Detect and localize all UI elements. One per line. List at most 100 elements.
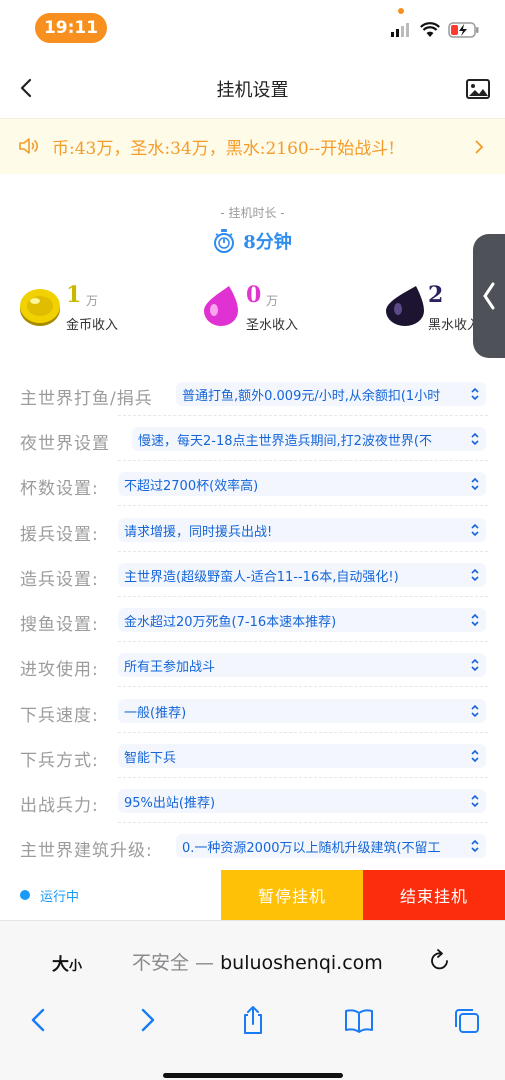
setting-value: 智能下兵 xyxy=(124,750,177,766)
setting-value: 请求增援，同时援兵出战! xyxy=(124,524,273,540)
status-icons xyxy=(390,20,480,40)
home-indicator xyxy=(163,1073,343,1078)
setting-label-trophies: 杯数设置: xyxy=(20,479,99,499)
chevron-updown-icon xyxy=(471,477,479,491)
wifi-icon xyxy=(420,22,440,37)
running-indicator xyxy=(20,890,30,900)
setting-select-troop-build[interactable]: 主世界造(超级野蛮人-适合11--16本,自动强化!) xyxy=(118,563,486,587)
elixir-unit: 万 xyxy=(266,294,279,308)
divider xyxy=(118,505,488,506)
duration-display: 8分钟 xyxy=(0,228,505,254)
setting-label-fishing: 主世界打鱼/捐兵 xyxy=(20,389,153,409)
divider xyxy=(118,415,488,416)
chevron-right-icon[interactable] xyxy=(472,138,486,156)
setting-select-search[interactable]: 金水超过20万死鱼(7-16本速本推荐) xyxy=(118,608,486,632)
gold-unit: 万 xyxy=(86,294,99,308)
chevron-updown-icon xyxy=(471,839,479,853)
side-drawer-tab[interactable] xyxy=(473,234,505,358)
dark-elixir-drop-icon xyxy=(386,286,424,326)
setting-select-attack-use[interactable]: 所有王参加战斗 xyxy=(118,653,486,677)
elixir-income: 0 万 圣水收入 xyxy=(202,282,362,334)
notice-text: 币:43万，圣水:34万，黑水:2160--开始战斗! xyxy=(52,139,396,159)
text-size-big: 大 xyxy=(52,955,69,975)
chevron-updown-icon xyxy=(471,658,479,672)
setting-label-building-upgrade: 主世界建筑升级: xyxy=(20,841,153,861)
duration-value: 8分钟 xyxy=(243,232,292,253)
setting-value: 一般(推荐) xyxy=(124,705,187,721)
chevron-updown-icon xyxy=(471,568,479,582)
end-button[interactable]: 结束挂机 xyxy=(363,870,505,920)
setting-label-troop-power: 出战兵力: xyxy=(20,796,99,816)
chevron-left-icon xyxy=(483,282,495,310)
divider xyxy=(118,732,488,733)
tabs-icon[interactable] xyxy=(452,1004,482,1036)
chevron-updown-icon xyxy=(471,704,479,718)
chevron-updown-icon xyxy=(471,613,479,627)
running-status: 运行中 xyxy=(40,890,80,905)
divider xyxy=(118,641,488,642)
page-title: 挂机设置 xyxy=(216,80,289,101)
setting-value: 主世界造(超级野蛮人-适合11--16本,自动强化!) xyxy=(124,569,399,585)
setting-select-fishing[interactable]: 普通打鱼,额外0.009元/小时,从余额扣(1小时 xyxy=(176,382,486,406)
divider xyxy=(118,822,488,823)
divider xyxy=(118,460,488,461)
elixir-amount: 0 xyxy=(246,282,262,308)
setting-label-troop-build: 造兵设置: xyxy=(20,570,99,590)
setting-select-deploy-mode[interactable]: 智能下兵 xyxy=(118,744,486,768)
setting-label-reinforcement: 援兵设置: xyxy=(20,525,99,545)
chevron-updown-icon xyxy=(471,432,479,446)
stopwatch-icon xyxy=(214,229,235,253)
setting-select-troop-power[interactable]: 95%出站(推荐) xyxy=(118,789,486,813)
chevron-updown-icon xyxy=(471,749,479,763)
setting-label-deploy-mode: 下兵方式: xyxy=(20,751,99,771)
setting-label-search: 搜鱼设置: xyxy=(20,615,99,635)
share-icon[interactable] xyxy=(238,1004,268,1036)
text-size-small: 小 xyxy=(69,959,83,974)
setting-value: 所有王参加战斗 xyxy=(124,659,216,675)
battery-charging-icon xyxy=(448,22,479,38)
setting-value: 普通打鱼,额外0.009元/小时,从余额扣(1小时 xyxy=(182,388,441,404)
insecure-label: 不安全 — xyxy=(132,952,221,974)
setting-select-trophies[interactable]: 不超过2700杯(效率高) xyxy=(118,472,486,496)
status-time: 19:11 xyxy=(35,13,107,43)
setting-select-deploy-speed[interactable]: 一般(推荐) xyxy=(118,699,486,723)
divider xyxy=(118,596,488,597)
gold-coin-icon xyxy=(20,289,60,326)
elixir-drop-icon xyxy=(204,286,238,326)
setting-select-night-world[interactable]: 慢速，每天2-18点主世界造兵期间,打2波夜世界(不 xyxy=(132,427,486,451)
text-size-button[interactable]: 大小 xyxy=(52,950,82,975)
signal-icon xyxy=(391,23,409,37)
setting-value: 0.一种资源2000万以上随机升级建筑(不留工 xyxy=(182,840,441,856)
setting-label-attack-use: 进攻使用: xyxy=(20,660,99,680)
setting-select-reinforcement[interactable]: 请求增援，同时援兵出战! xyxy=(118,518,486,542)
dark-elixir-amount: 2 xyxy=(428,282,444,308)
browser-back-icon[interactable] xyxy=(24,1004,54,1036)
gold-label: 金币收入 xyxy=(66,318,119,333)
chevron-updown-icon xyxy=(471,794,479,808)
dark-elixir-income: 2 黑水收入 xyxy=(384,282,484,334)
chevron-updown-icon xyxy=(471,387,479,401)
gold-amount: 1 xyxy=(66,282,82,308)
settings-list: 主世界打鱼/捐兵 普通打鱼,额外0.009元/小时,从余额扣(1小时 夜世界设置… xyxy=(0,370,505,870)
setting-value: 慢速，每天2-18点主世界造兵期间,打2波夜世界(不 xyxy=(138,433,432,449)
app-root: 19:11 挂机设置 币:43万，圣水:34万，黑水:2160--开始战斗! -… xyxy=(0,0,505,1080)
setting-value: 金水超过20万死鱼(7-16本速本推荐) xyxy=(124,614,337,630)
image-icon[interactable] xyxy=(466,79,490,99)
chevron-updown-icon xyxy=(471,523,479,537)
setting-value: 95%出站(推荐) xyxy=(124,795,216,811)
duration-label: - 挂机时长 - xyxy=(220,206,285,220)
divider xyxy=(118,777,488,778)
divider xyxy=(118,686,488,687)
setting-label-deploy-speed: 下兵速度: xyxy=(20,706,99,726)
domain-text: buluoshenqi.com xyxy=(220,952,383,974)
browser-forward-icon[interactable] xyxy=(132,1004,162,1036)
reload-icon[interactable] xyxy=(428,948,452,972)
setting-select-building-upgrade[interactable]: 0.一种资源2000万以上随机升级建筑(不留工 xyxy=(176,834,486,858)
setting-label-night-world: 夜世界设置 xyxy=(20,434,110,454)
bookmarks-icon[interactable] xyxy=(344,1004,374,1036)
divider xyxy=(118,551,488,552)
elixir-label: 圣水收入 xyxy=(246,318,299,333)
speaker-icon xyxy=(19,138,38,154)
address-bar[interactable]: 不安全 — buluoshenqi.com xyxy=(132,948,383,975)
pause-button[interactable]: 暂停挂机 xyxy=(221,870,363,920)
